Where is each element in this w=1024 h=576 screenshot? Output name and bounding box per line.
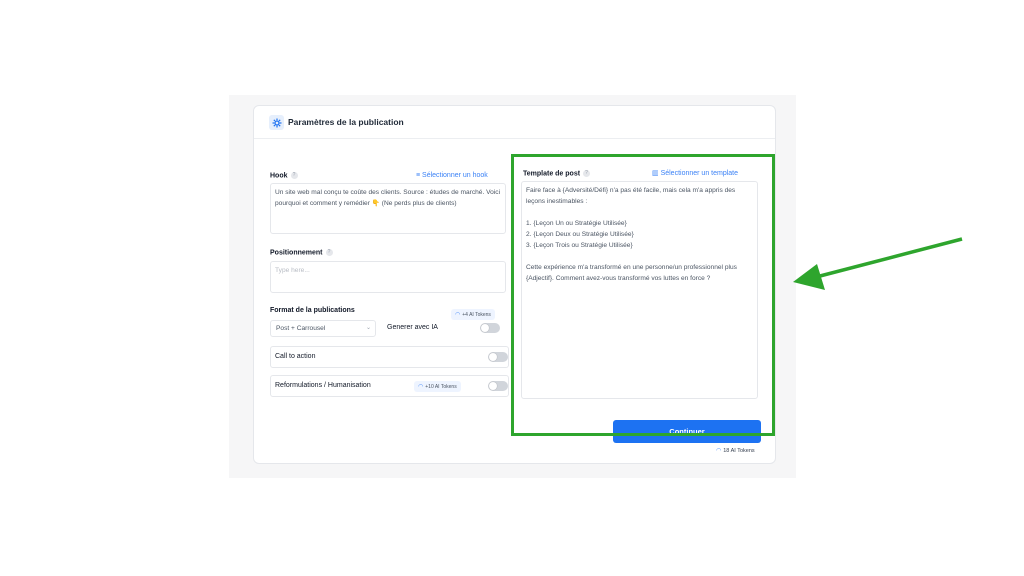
help-icon: ?: [290, 172, 298, 179]
format-token-badge: ◠ +4 AI Tokens: [451, 309, 495, 320]
toggle-knob: [489, 382, 497, 390]
gear-icon: [269, 115, 284, 130]
reformulation-toggle[interactable]: [488, 381, 508, 391]
help-icon: ?: [325, 249, 333, 256]
reformulation-token-badge: ◠ +10 AI Tokens: [414, 381, 461, 392]
select-hook-link[interactable]: ≡ Sélectionner un hook: [416, 172, 488, 179]
generate-ai-toggle[interactable]: [480, 323, 500, 333]
card-header: Paramètres de la publication: [254, 106, 775, 139]
hook-label: Hook?: [270, 172, 298, 179]
reformulation-label: Reformulations / Humanisation: [275, 382, 371, 389]
arrow-annotation: [793, 237, 963, 290]
card-title: Paramètres de la publication: [288, 117, 404, 127]
hook-textarea[interactable]: Un site web mal conçu te coûte des clien…: [270, 183, 506, 234]
format-label: Format de la publications: [270, 307, 355, 314]
positioning-textarea[interactable]: Type here...: [270, 261, 506, 293]
cta-label: Call to action: [275, 353, 316, 360]
format-selected-value: Post + Carrousel: [276, 325, 326, 332]
cta-toggle[interactable]: [488, 352, 508, 362]
toggle-knob: [489, 353, 497, 361]
positioning-placeholder: Type here...: [275, 267, 310, 274]
signal-icon: ◠: [716, 448, 722, 454]
signal-icon: ◠: [418, 384, 424, 390]
generate-ai-label: Generer avec IA: [387, 324, 438, 331]
total-tokens: ◠ 18 AI Tokens: [716, 448, 755, 454]
highlight-box: [511, 154, 775, 436]
toggle-knob: [481, 324, 489, 332]
format-select[interactable]: Post + Carrousel ⌄: [270, 320, 376, 337]
chevron-down-icon: ⌄: [365, 325, 371, 331]
positioning-label: Positionnement?: [270, 249, 333, 256]
signal-icon: ◠: [455, 312, 461, 318]
